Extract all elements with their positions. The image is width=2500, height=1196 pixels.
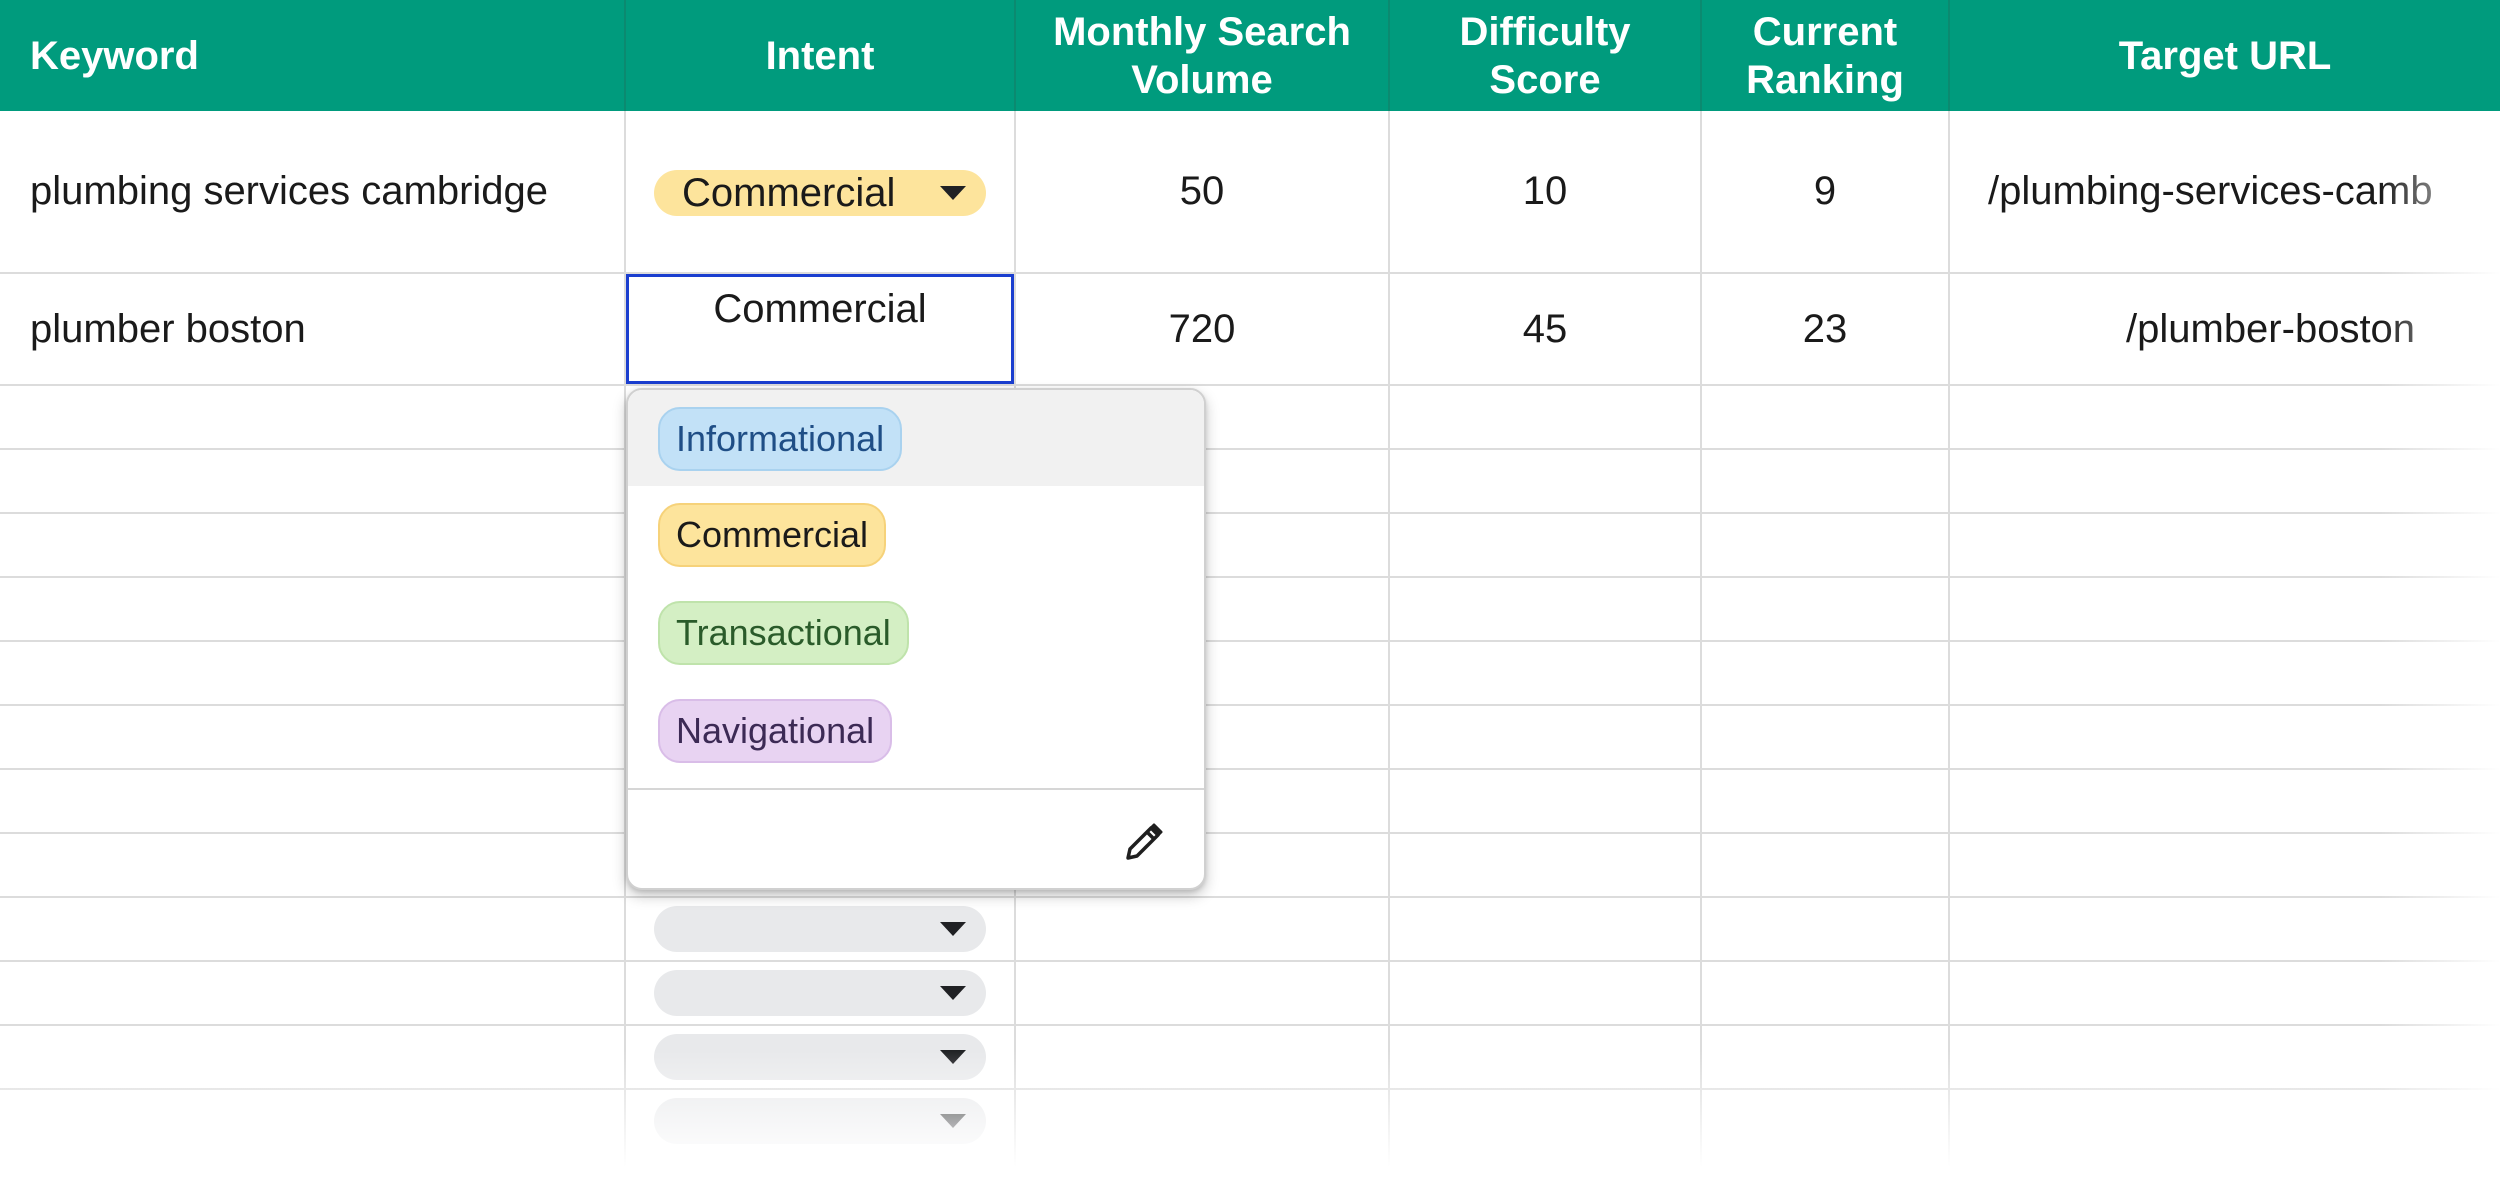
spreadsheet: Keyword Intent Monthly Search Volume Dif… (0, 0, 2500, 1196)
dropdown-option-transactional[interactable]: Transactional (628, 584, 1204, 680)
header-target-url[interactable]: Target URL (1950, 0, 2500, 111)
grid-line (0, 832, 2500, 834)
table-header: Keyword Intent Monthly Search Volume Dif… (0, 0, 2500, 111)
dropdown-option-navigational[interactable]: Navigational (628, 682, 1204, 778)
grid-line (0, 640, 2500, 642)
option-chip: Transactional (658, 601, 909, 665)
grid-line (0, 448, 2500, 450)
header-keyword[interactable]: Keyword (0, 0, 626, 111)
option-chip: Commercial (658, 503, 887, 567)
option-chip: Navigational (658, 699, 893, 763)
pencil-icon[interactable] (1120, 818, 1168, 866)
chevron-down-icon[interactable] (940, 986, 966, 1000)
header-monthly-search-volume[interactable]: Monthly Search Volume (1016, 0, 1390, 111)
chevron-down-icon[interactable] (940, 922, 966, 936)
cell-difficulty[interactable]: 10 (1390, 111, 1700, 272)
intent-chip[interactable]: Commercial (654, 170, 986, 216)
grid-line (0, 960, 2500, 962)
dropdown-option-commercial[interactable]: Commercial (628, 486, 1204, 582)
intent-chip-empty[interactable] (654, 970, 986, 1016)
cell-ranking[interactable]: 9 (1702, 111, 1948, 272)
cell-volume[interactable]: 50 (1016, 111, 1388, 272)
grid-line (0, 1024, 2500, 1026)
intent-chip-label: Commercial (682, 170, 896, 215)
cell-keyword[interactable]: plumber boston (0, 274, 624, 384)
header-difficulty-score[interactable]: Difficulty Score (1390, 0, 1702, 111)
intent-chip-empty[interactable] (654, 906, 986, 952)
chevron-down-icon[interactable] (940, 186, 966, 200)
intent-dropdown-menu: Informational Commercial Transactional N… (626, 388, 1206, 890)
cell-ranking[interactable]: 23 (1702, 274, 1948, 384)
grid-line (0, 896, 2500, 898)
grid-line (0, 512, 2500, 514)
grid-line (0, 704, 2500, 706)
grid-line (0, 576, 2500, 578)
cell-volume[interactable]: 720 (1016, 274, 1388, 384)
header-current-ranking[interactable]: Current Ranking (1702, 0, 1950, 111)
intent-cell-editing[interactable]: Commercial (626, 274, 1014, 384)
option-chip: Informational (658, 407, 903, 471)
grid-line (0, 768, 2500, 770)
dropdown-divider (628, 788, 1204, 790)
header-intent[interactable]: Intent (626, 0, 1016, 111)
cell-difficulty[interactable]: 45 (1390, 274, 1700, 384)
dropdown-option-informational[interactable]: Informational (628, 390, 1204, 486)
fade-overlay (0, 1050, 2500, 1196)
fade-overlay (2380, 111, 2500, 1196)
cell-keyword[interactable]: plumbing services cambridge (0, 111, 624, 272)
grid-line (0, 384, 2500, 386)
